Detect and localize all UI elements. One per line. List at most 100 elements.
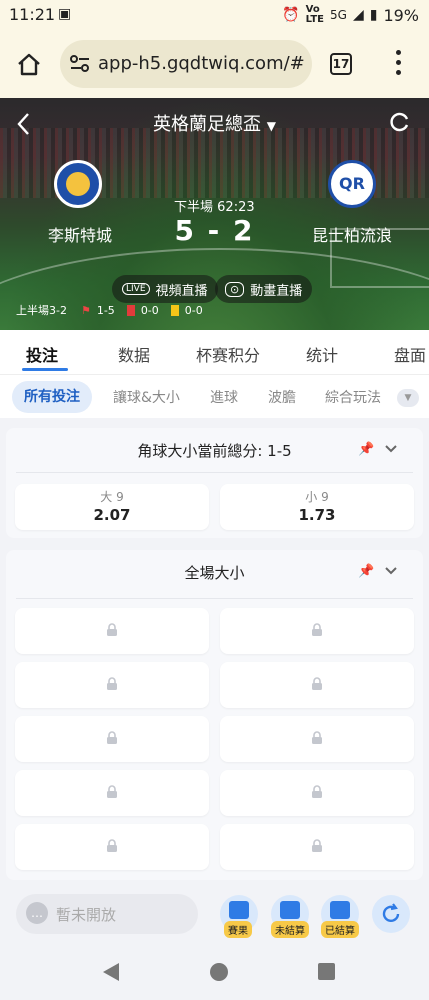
locked-odds-button[interactable]	[15, 662, 209, 708]
match-stats: 上半場3-2 ⚑ 1-5 0-0 0-0	[16, 302, 203, 318]
unsettled-icon	[280, 901, 300, 919]
league-selector[interactable]: 英格蘭足總盃 ▼	[0, 110, 429, 136]
tab-board[interactable]: 盘面	[394, 342, 426, 366]
locked-odds-button[interactable]	[15, 824, 209, 870]
locked-odds-button[interactable]	[220, 662, 414, 708]
subtab-combo[interactable]: 綜合玩法	[325, 387, 381, 407]
lock-icon	[107, 731, 117, 744]
volte-icon: Vo LTE	[305, 4, 324, 25]
animation-live-button[interactable]: ⊙ 動畫直播	[215, 275, 313, 303]
browser-toolbar: app-h5.gqdtwiq.com/# 17	[0, 30, 429, 98]
match-score: 5 - 2	[174, 214, 255, 247]
network-label: 5G	[330, 8, 347, 22]
red-card-icon	[126, 304, 135, 316]
subtab-correct-score[interactable]: 波膽	[268, 387, 296, 407]
status-icons: ⏰ Vo LTE 5G ◢ ▮ 19%	[282, 5, 419, 25]
half-time-score: 上半場3-2	[16, 304, 67, 317]
lock-icon	[107, 677, 117, 690]
nav-back-icon[interactable]	[102, 962, 120, 982]
settled-icon	[330, 901, 350, 919]
lock-icon	[107, 785, 117, 798]
results-label: 賽果	[224, 921, 252, 938]
locked-odds-button[interactable]	[220, 824, 414, 870]
market-fulltime-total: 全場大小 📌	[6, 550, 423, 880]
tab-data[interactable]: 数据	[118, 342, 150, 366]
lock-icon	[312, 785, 322, 798]
period-label: 下半場	[174, 200, 214, 215]
home-icon[interactable]	[16, 52, 42, 76]
more-tabs-button[interactable]: ▼	[397, 389, 419, 407]
tab-switcher-button[interactable]: 17	[330, 53, 352, 75]
locked-odds-button[interactable]	[220, 770, 414, 816]
odds-value: 2.07	[93, 506, 131, 524]
unsettled-label: 未結算	[271, 921, 309, 938]
lock-icon	[312, 677, 322, 690]
subtab-all-bets[interactable]: 所有投注	[12, 381, 92, 413]
lock-icon	[107, 839, 117, 852]
odds-button-over[interactable]: 大 9 2.07	[15, 484, 209, 530]
locked-odds-button[interactable]	[220, 608, 414, 654]
alarm-icon: ⏰	[282, 7, 300, 23]
live-icon: LIVE	[122, 283, 150, 295]
locked-odds-button[interactable]	[220, 716, 414, 762]
collapse-chevron-icon[interactable]	[384, 444, 398, 454]
results-button[interactable]: 賽果	[220, 895, 258, 938]
red-card-count: 0-0	[140, 303, 159, 317]
yellow-card-count: 0-0	[184, 303, 203, 317]
results-icon	[229, 901, 249, 919]
chat-placeholder: 暫未開放	[56, 906, 117, 924]
pin-icon[interactable]: 📌	[358, 564, 374, 579]
match-clock: 62:23	[217, 200, 255, 215]
locked-odds-button[interactable]	[15, 770, 209, 816]
market-corner-total: 角球大小當前總分: 1-5 📌 大 9 2.07 小 9 1.73	[6, 428, 423, 538]
signal-icon: ◢	[352, 7, 364, 23]
lock-icon	[312, 623, 322, 636]
league-title: 英格蘭足總盃	[153, 114, 262, 135]
corner-count: 1-5	[96, 303, 115, 317]
address-bar[interactable]: app-h5.gqdtwiq.com/#	[60, 40, 312, 88]
settled-button[interactable]: 已結算	[321, 895, 359, 938]
pin-icon[interactable]: 📌	[358, 442, 374, 457]
lock-icon	[107, 623, 117, 636]
subtab-goals[interactable]: 進球	[210, 387, 238, 407]
system-nav-bar	[0, 944, 429, 1000]
locked-odds-button[interactable]	[15, 716, 209, 762]
animation-live-label: 動畫直播	[250, 283, 303, 299]
match-period: 下半場 62:23	[174, 196, 255, 215]
chevron-down-icon: ▼	[404, 393, 412, 403]
nav-home-icon[interactable]	[210, 963, 228, 981]
tab-bets[interactable]: 投注	[26, 342, 58, 366]
nav-recents-icon[interactable]	[318, 963, 335, 980]
main-tabs: 投注 数据 杯赛积分 统计 盘面	[0, 330, 429, 374]
unsettled-button[interactable]: 未結算	[271, 895, 309, 938]
match-header: 英格蘭足總盃 ▼ 李斯特城 QR 昆士柏流浪 下半場 62:23 5 - 2 L…	[0, 98, 429, 330]
option-label: 小 9	[305, 490, 329, 504]
refresh-bets-button[interactable]	[372, 895, 410, 933]
settled-label: 已結算	[321, 921, 359, 938]
lock-icon	[312, 731, 322, 744]
divider	[16, 472, 413, 473]
subtab-handicap-total[interactable]: 讓球&大小	[113, 387, 180, 407]
pitch-icon: ⊙	[225, 281, 245, 297]
site-settings-icon[interactable]	[70, 55, 90, 73]
chat-input[interactable]: … 暫未開放	[16, 894, 198, 934]
corner-flag-icon: ⚑	[80, 303, 91, 317]
locked-odds-button[interactable]	[15, 608, 209, 654]
status-time: 11:21	[9, 5, 56, 24]
collapse-chevron-icon[interactable]	[384, 566, 398, 576]
video-live-button[interactable]: LIVE 視頻直播	[112, 275, 218, 303]
bet-category-tabs: 所有投注 讓球&大小 進球 波膽 綜合玩法 ▼	[0, 374, 429, 418]
tab-stats[interactable]: 统计	[306, 342, 338, 366]
option-label: 大 9	[100, 490, 124, 504]
odds-button-under[interactable]: 小 9 1.73	[220, 484, 414, 530]
caret-down-icon: ▼	[266, 119, 276, 133]
divider	[16, 598, 413, 599]
lock-icon	[312, 839, 322, 852]
refresh-icon[interactable]	[389, 111, 411, 133]
tab-cup-standings[interactable]: 杯赛积分	[196, 342, 260, 366]
odds-value: 1.73	[298, 506, 336, 524]
menu-icon[interactable]	[396, 50, 402, 78]
video-live-label: 視頻直播	[155, 283, 208, 299]
chat-bubble-icon: …	[26, 902, 48, 924]
battery-icon: ▮	[369, 7, 378, 23]
